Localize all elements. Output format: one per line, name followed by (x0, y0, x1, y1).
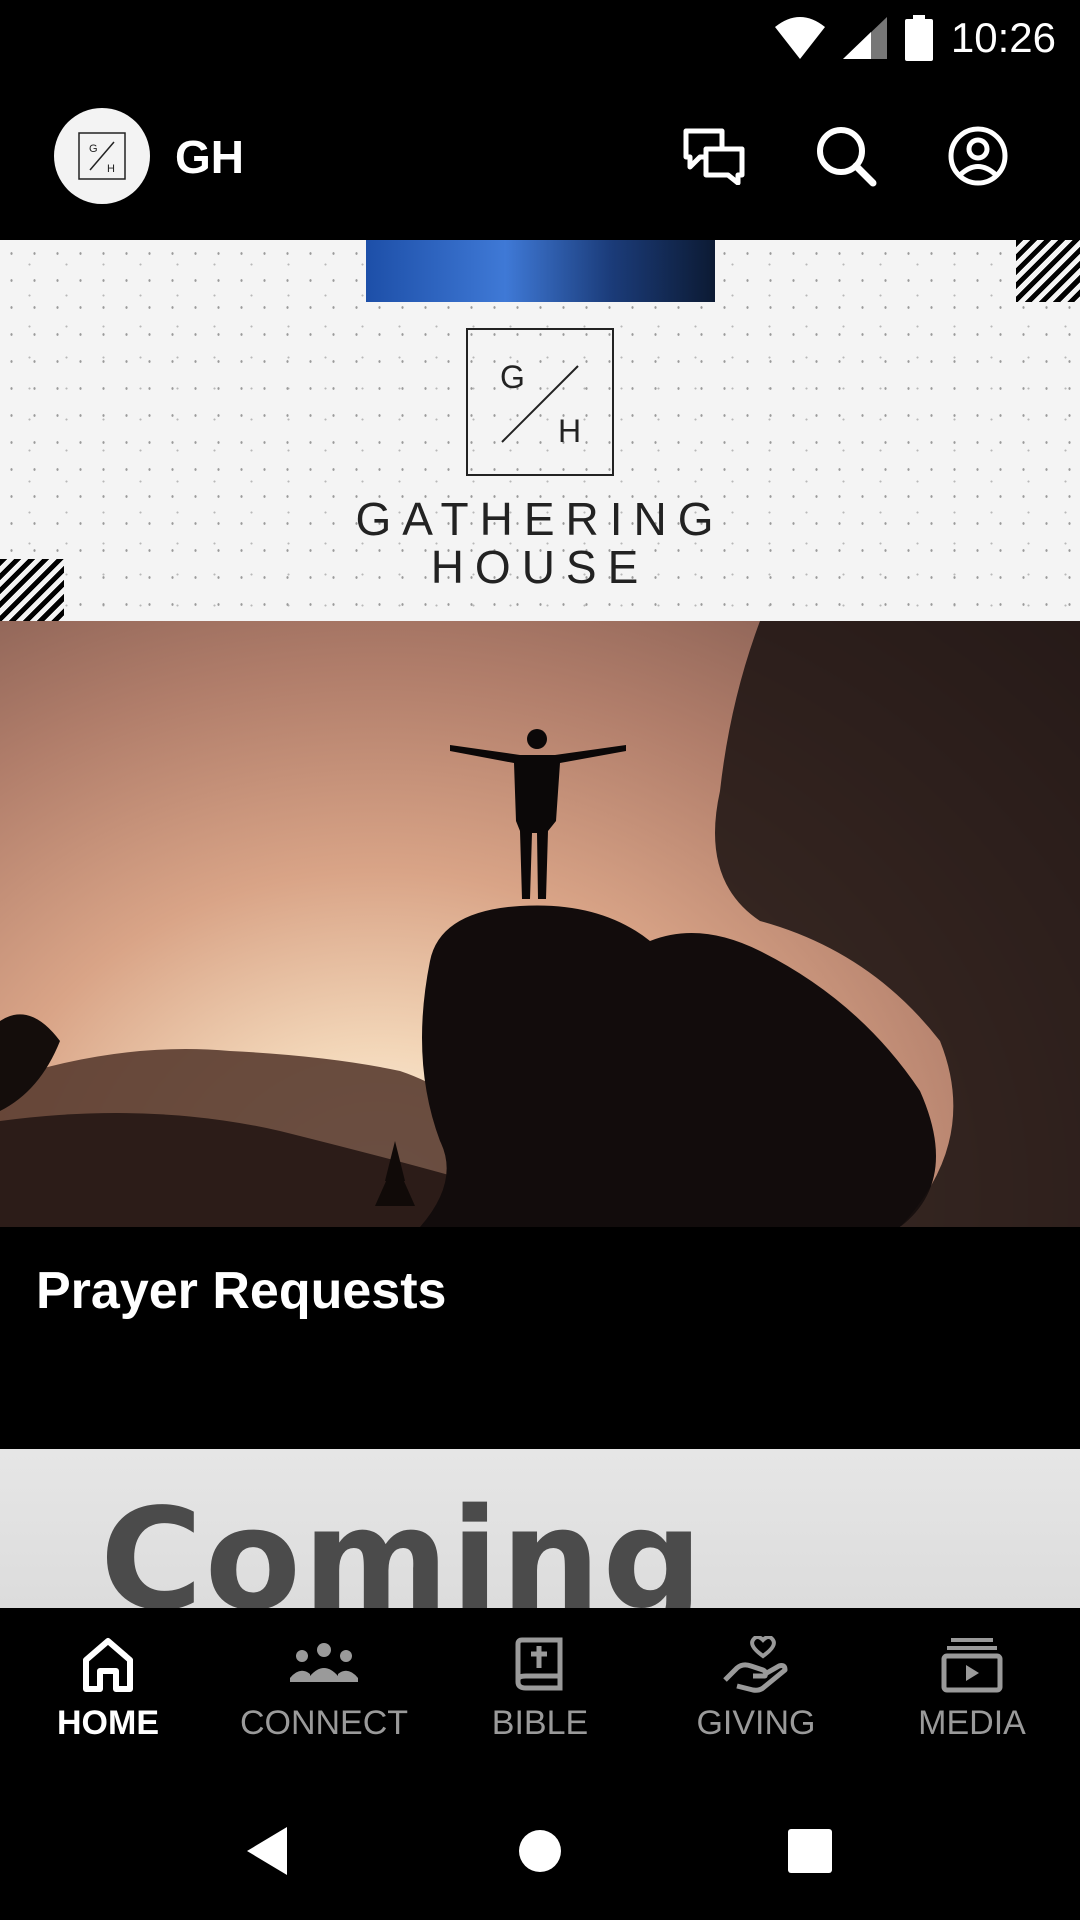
status-bar: 10:26 (0, 0, 1080, 78)
system-nav-bar (0, 1778, 1080, 1920)
gh-mark-icon: G H (500, 359, 581, 449)
search-icon (817, 127, 877, 187)
home-system-button[interactable] (505, 1816, 575, 1886)
people-icon (290, 1643, 358, 1682)
nav-item-connect[interactable]: CONNECT (216, 1608, 432, 1778)
cellular-signal-icon (842, 17, 887, 59)
bottom-nav: HOME CONNECT BIBLE GIVING MEDIA (0, 1608, 1080, 1778)
back-button[interactable] (232, 1816, 302, 1886)
profile-button[interactable] (944, 122, 1012, 190)
card-photo (0, 621, 1080, 1227)
prayer-requests-card[interactable]: Prayer Requests (0, 621, 1080, 1449)
nav-label-giving: GIVING (696, 1704, 816, 1742)
recents-square-icon (788, 1829, 832, 1873)
gh-logo-icon: G H (78, 132, 126, 180)
silhouette-photo (0, 621, 1080, 1227)
app-title: GH (175, 131, 244, 183)
status-icons: 10:26 (774, 12, 1056, 64)
media-play-icon (941, 1638, 1003, 1693)
giving-hand-icon (723, 1636, 788, 1693)
nav-item-media[interactable]: MEDIA (864, 1608, 1080, 1778)
banner-logo-mark: G H (466, 328, 614, 476)
chat-icon (683, 128, 745, 185)
nav-label-media: MEDIA (918, 1704, 1026, 1742)
banner-name-line2: HOUSE (430, 541, 650, 593)
mark-letter-h: H (558, 413, 581, 449)
banner-name-line1: GATHERING (355, 493, 725, 545)
nav-item-bible[interactable]: BIBLE (432, 1608, 648, 1778)
nav-item-giving[interactable]: GIVING (648, 1608, 864, 1778)
nav-label-home: HOME (57, 1704, 159, 1742)
coming-soon-card[interactable]: Coming (0, 1449, 1080, 1608)
svg-text:G: G (89, 143, 98, 155)
coming-soon-text: Coming (100, 1479, 705, 1608)
nav-label-connect: CONNECT (239, 1704, 409, 1742)
home-icon (83, 1638, 133, 1692)
bible-icon (515, 1637, 563, 1691)
home-circle-icon (519, 1830, 561, 1872)
battery-icon (904, 15, 933, 61)
svg-text:H: H (107, 163, 115, 175)
card-title: Prayer Requests (36, 1262, 447, 1320)
mark-letter-g: G (500, 359, 525, 395)
back-triangle-icon (247, 1827, 287, 1875)
recents-button[interactable] (775, 1816, 845, 1886)
app-header: G H GH (0, 78, 1080, 240)
wifi-icon (774, 17, 825, 59)
nav-label-bible: BIBLE (491, 1704, 589, 1742)
status-time: 10:26 (950, 14, 1056, 61)
nav-item-home[interactable]: HOME (0, 1608, 216, 1778)
account-circle-icon (948, 126, 1008, 186)
app-logo[interactable]: G H (54, 108, 150, 204)
chat-button[interactable] (680, 122, 748, 190)
search-button[interactable] (812, 122, 880, 190)
hatch-decoration-top (1016, 240, 1080, 302)
banner-ink-decoration (366, 240, 715, 302)
gathering-house-banner[interactable]: G H GATHERING HOUSE (0, 240, 1080, 621)
